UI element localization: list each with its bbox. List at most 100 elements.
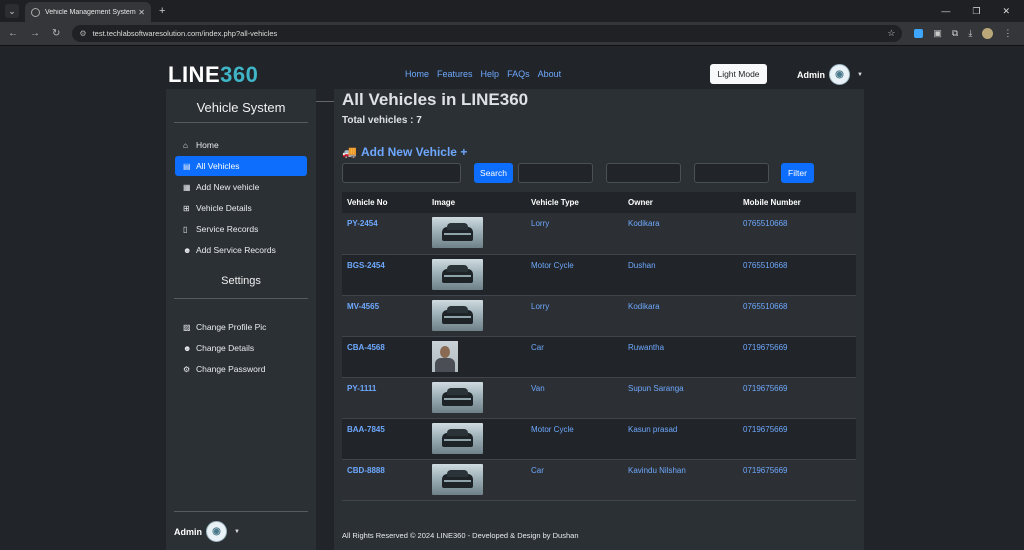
top-navigation: Home Features Help FAQs About [405,69,561,79]
user-menu-top[interactable]: Admin ◉ ▼ [797,64,863,85]
vehicle-no-cell[interactable]: CBA-4568 [342,336,427,377]
image-cell [427,213,526,254]
settings-title: Settings [221,275,261,287]
puzzle-icon[interactable]: ⧉ [952,28,958,39]
user-menu-bottom[interactable]: Admin ◉ ▼ [174,521,240,542]
sidebar-item-vehicle-details[interactable]: ⊞ Vehicle Details [175,198,307,218]
search-button[interactable]: Search [474,163,513,183]
tab-favicon-icon [31,7,40,17]
table-row[interactable]: CBA-4568 Car Ruwantha 0719675669 [342,336,856,377]
bookmark-star-icon[interactable]: ☆ [887,28,895,39]
image-cell [427,336,526,377]
table-icon: ⊞ [183,203,190,213]
table-row[interactable]: CBD-8888 Car Kavindu Nilshan 0719675669 [342,459,856,500]
table-row[interactable]: PY-1111 Van Supun Saranga 0719675669 [342,377,856,418]
site-logo[interactable]: LINE360 [168,62,258,88]
logo-accent: 360 [220,62,259,87]
chevron-down-icon: ▼ [857,71,863,78]
sidebar-item-service-records[interactable]: ▯ Service Records [175,219,307,239]
mobile-cell: 0765510668 [743,260,788,270]
column-header: Mobile Number [743,198,801,207]
column-header: Vehicle No [347,198,388,207]
sidebar-item-all-vehicles[interactable]: ▤ All Vehicles [175,156,307,176]
sidebar-item-label: All Vehicles [196,161,240,171]
reload-icon[interactable]: ↻ [52,28,60,39]
sidebar-item-add-new-vehicle[interactable]: ▦ Add New vehicle [175,177,307,197]
vehicle-no-cell[interactable]: PY-1111 [342,377,427,418]
browser-menu-icon[interactable]: ⋮ [1003,28,1012,39]
tab-title: Vehicle Management System [45,8,136,16]
owner-cell: Supun Saranga [628,383,684,393]
profile-avatar[interactable] [982,28,994,39]
sidebar-item-change-profile-pic[interactable]: ▨ Change Profile Pic [175,317,307,337]
owner-cell: Ruwantha [628,342,665,352]
vehicle-photo [432,258,483,290]
home-icon: ⌂ [183,140,188,150]
restore-icon[interactable]: ❐ [972,6,980,17]
filter-input-1[interactable] [518,163,593,183]
camera-extension-icon[interactable]: ▣ [933,28,942,39]
nav-features[interactable]: Features [437,69,473,79]
table-header-row: Vehicle No Image Vehicle Type Owner Mobi… [342,192,856,213]
back-icon[interactable]: ← [8,28,18,39]
image-cell [427,254,526,295]
vehicle-type-cell: Car [531,465,544,475]
forward-icon[interactable]: → [30,28,40,39]
vehicle-type-cell: Motor Cycle [531,260,574,270]
nav-about[interactable]: About [538,69,562,79]
vehicle-photo [432,381,483,413]
download-icon[interactable]: ⤓ [968,28,972,39]
mobile-cell: 0765510668 [743,301,788,311]
sidebar-item-add-service-records[interactable]: ☻ Add Service Records [175,240,307,260]
sidebar-item-change-password[interactable]: ⚙ Change Password [175,359,307,379]
tab-search-icon[interactable]: ⌄ [5,4,19,18]
mobile-cell: 0719675669 [743,383,788,393]
vehicle-type-cell: Car [531,342,544,352]
sidebar-item-home[interactable]: ⌂ Home [175,135,307,155]
image-icon: ▨ [183,322,191,332]
vehicle-no-cell[interactable]: MV-4565 [342,295,427,336]
image-cell [427,295,526,336]
divider [174,122,308,123]
address-bar[interactable]: ⚙ test.techlabsoftwaresolution.com/index… [72,25,903,42]
vehicle-no-cell[interactable]: PY-2454 [342,213,427,254]
divider [174,511,308,512]
table-row[interactable]: BAA-7845 Motor Cycle Kasun prasad 071967566… [342,418,856,459]
sidebar-item-label: Change Profile Pic [196,322,267,332]
filter-input-3[interactable] [694,163,769,183]
browser-tab[interactable]: Vehicle Management System ✕ [25,2,151,22]
new-tab-icon[interactable]: + [159,5,165,17]
column-header: Image [432,198,456,207]
vehicle-no-cell[interactable]: BAA-7845 [342,418,427,459]
sidebar-item-change-details[interactable]: ☻ Change Details [175,338,307,358]
close-window-icon[interactable]: ✕ [1002,6,1010,17]
avatar: ◉ [206,521,227,542]
table-row[interactable]: MV-4565 Lorry Kodikara 0765510668 [342,295,856,336]
vehicle-no-cell[interactable]: CBD-8888 [342,459,427,500]
site-settings-icon[interactable]: ⚙ [79,29,86,38]
filter-button[interactable]: Filter [781,163,814,183]
sidebar-item-label: Change Password [196,364,266,374]
vehicle-photo [432,422,483,454]
nav-faqs[interactable]: FAQs [507,69,530,79]
add-new-label: Add New Vehicle + [360,145,468,159]
sidebar-item-label: Service Records [196,224,259,234]
extension-icon[interactable] [914,29,924,38]
minimize-icon[interactable]: — [941,6,950,17]
tab-close-icon[interactable]: ✕ [138,8,145,17]
nav-help[interactable]: Help [481,69,500,79]
column-header: Owner [628,198,653,207]
owner-cell: Kavindu Nilshan [628,465,686,475]
light-mode-button[interactable]: Light Mode [710,64,767,84]
sidebar: Vehicle System ⌂ Home ▤ All Vehicles ▦ Add … [166,89,316,550]
sidebar-item-label: Add Service Records [196,245,276,255]
vehicle-no-cell[interactable]: BGS-2454 [342,254,427,295]
nav-home[interactable]: Home [405,69,429,79]
table-row[interactable]: PY-2454 Lorry Kodikara 0765510668 [342,213,856,254]
divider [174,298,308,299]
filter-input-2[interactable] [606,163,681,183]
owner-cell: Kodikara [628,219,660,228]
add-new-vehicle-link[interactable]: 🚚 Add New Vehicle + [342,145,467,159]
table-row[interactable]: BGS-2454 Motor Cycle Dushan 0765510668 [342,254,856,295]
search-input[interactable] [342,163,461,183]
